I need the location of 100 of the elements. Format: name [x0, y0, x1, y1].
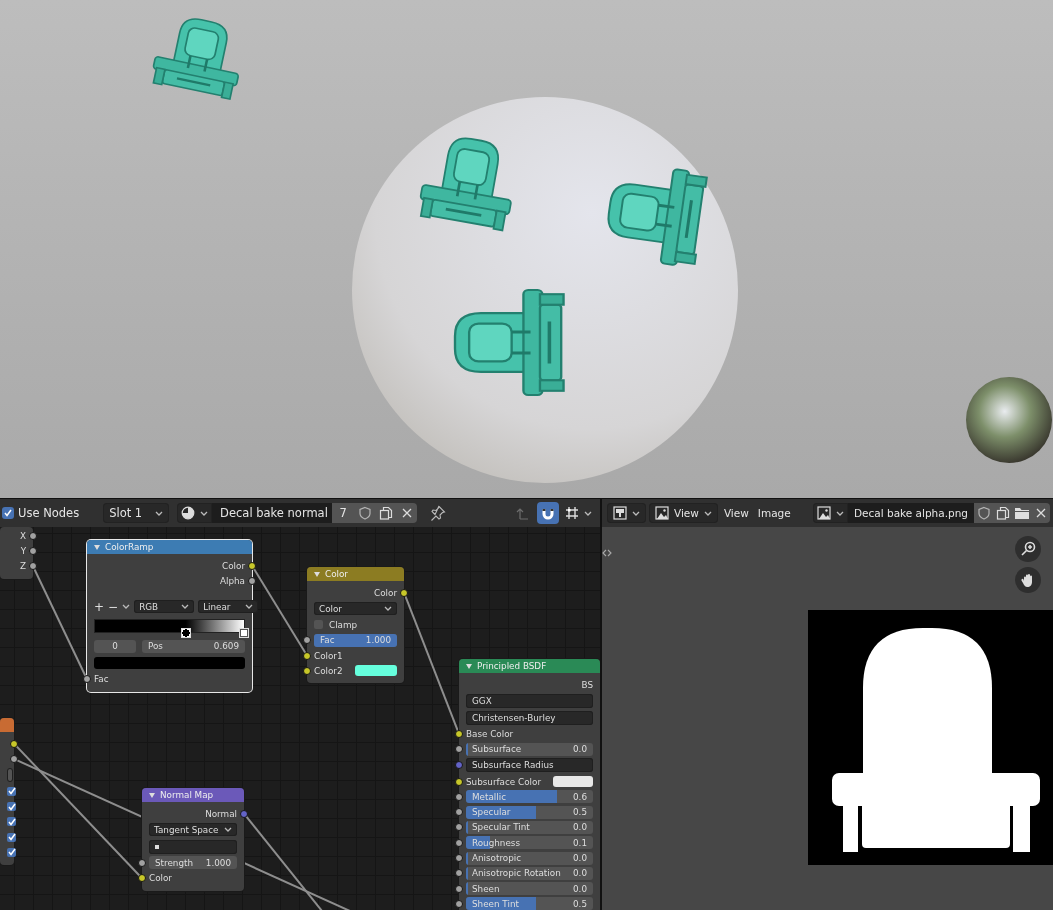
socket-dot[interactable] — [455, 838, 463, 847]
material-name-field[interactable]: Decal bake normal — [212, 503, 333, 523]
ramp-stop-handle[interactable] — [240, 628, 248, 637]
sphere-icon — [181, 506, 196, 520]
socket-dot[interactable] — [455, 729, 463, 738]
text-field[interactable]: Christensen-Burley — [466, 710, 593, 725]
slider[interactable]: Specular Tint 0.0 — [466, 820, 593, 834]
socket-dot[interactable] — [29, 546, 37, 555]
color-mode-dropdown[interactable]: RGB — [134, 600, 195, 614]
text-field[interactable] — [7, 768, 13, 783]
socket-dot[interactable] — [455, 869, 463, 878]
folder-icon — [1013, 506, 1030, 520]
text-field[interactable]: GGX — [466, 693, 593, 708]
menu-item[interactable]: View — [720, 503, 752, 523]
dropdown[interactable]: Tangent Space — [149, 823, 237, 837]
unlink-button[interactable] — [1031, 503, 1050, 523]
split-arrows-icon — [602, 549, 612, 557]
socket-dot[interactable] — [240, 809, 248, 818]
node-header[interactable]: ColorRamp — [87, 540, 252, 554]
socket-dot[interactable] — [10, 739, 18, 748]
socket-dot[interactable] — [455, 854, 463, 862]
slider[interactable]: Subsurface 0.0 — [466, 742, 593, 756]
image-name-field[interactable]: Decal bake alpha.png — [847, 503, 974, 523]
user-count-button[interactable]: 7 — [332, 503, 355, 523]
number-field[interactable]: Strength 1.000 — [149, 856, 237, 870]
check-icon — [4, 509, 12, 517]
uv-map-field[interactable] — [149, 839, 237, 854]
socket-dot[interactable] — [29, 531, 37, 540]
node-header[interactable] — [0, 718, 14, 732]
checkbox[interactable] — [2, 507, 14, 519]
ramp-tool-button[interactable]: − — [108, 599, 119, 614]
socket-dot[interactable] — [303, 666, 311, 675]
mode-dropdown[interactable]: View — [649, 503, 718, 523]
color-swatch[interactable] — [354, 665, 397, 677]
pan-button[interactable] — [1015, 567, 1041, 593]
node-header[interactable]: Normal Map — [142, 788, 244, 802]
image-editor-icon — [613, 506, 627, 520]
zoom-button[interactable] — [1015, 536, 1041, 562]
editor-type-dropdown[interactable] — [607, 503, 646, 523]
socket-dot[interactable] — [455, 761, 463, 770]
magnet-icon — [541, 506, 555, 520]
caret-icon — [384, 606, 392, 612]
slider[interactable]: Metallic 0.6 — [466, 790, 593, 804]
node-header[interactable]: Principled BSDF — [459, 659, 600, 673]
color-swatch[interactable] — [94, 657, 245, 670]
image-browse-button[interactable] — [812, 503, 848, 523]
socket-dot[interactable] — [400, 588, 408, 597]
color-swatch[interactable] — [553, 776, 593, 788]
menu-item[interactable]: Image — [754, 503, 794, 523]
slider[interactable]: Anisotropic 0.0 — [466, 851, 593, 865]
dropdown[interactable]: Color — [314, 602, 397, 616]
socket-label: Y — [20, 545, 26, 556]
socket-dot[interactable] — [248, 561, 256, 570]
slider[interactable]: Anisotropic Rotation 0.0 — [466, 866, 593, 880]
image-icon — [655, 506, 669, 520]
fake-user-button[interactable] — [974, 503, 993, 523]
socket-dot[interactable] — [303, 636, 311, 645]
ramp-tool-button[interactable]: + — [94, 599, 105, 614]
checkbox[interactable] — [7, 847, 16, 857]
socket-dot[interactable] — [455, 899, 463, 908]
material-browse-button[interactable] — [177, 503, 213, 523]
slot-dropdown[interactable]: Slot 1 — [103, 503, 170, 523]
caret-icon — [245, 604, 254, 610]
slider[interactable]: Sheen Tint 0.5 — [466, 897, 593, 910]
socket-dot[interactable] — [455, 808, 463, 817]
socket-dot[interactable] — [248, 576, 256, 585]
checkbox[interactable] — [7, 802, 16, 812]
fake-user-button[interactable] — [354, 503, 376, 523]
checkbox[interactable] — [7, 832, 16, 842]
open-button[interactable] — [1012, 503, 1031, 523]
slider[interactable]: Fac 1.000 — [314, 633, 397, 647]
arrow-up-icon — [515, 506, 529, 520]
socket-dot[interactable] — [138, 858, 146, 867]
socket-label: Subsurface Color — [466, 776, 542, 787]
socket-dot[interactable] — [455, 823, 463, 832]
slider[interactable]: Specular 0.5 — [466, 805, 593, 819]
slider[interactable]: Sheen 0.0 — [466, 882, 593, 896]
interpolation-dropdown[interactable]: Linear — [198, 600, 259, 614]
unlink-button[interactable] — [396, 503, 418, 523]
node-title: ColorRamp — [105, 542, 154, 552]
socket-dot[interactable] — [455, 777, 463, 786]
copy-icon — [995, 506, 1010, 520]
socket-dot[interactable] — [303, 651, 311, 660]
socket-dot[interactable] — [455, 884, 463, 893]
collapse-triangle-icon — [149, 792, 155, 798]
checkbox[interactable] — [7, 786, 16, 796]
node-header[interactable]: Color — [307, 567, 404, 581]
snap-button[interactable] — [537, 502, 559, 524]
close-icon — [1034, 507, 1047, 519]
socket-dot[interactable] — [455, 745, 463, 754]
number-field[interactable]: Pos 0.609 — [142, 639, 245, 653]
socket-dot[interactable] — [138, 874, 146, 883]
checkbox[interactable] — [7, 817, 16, 827]
duplicate-button[interactable] — [993, 503, 1012, 523]
socket-dot[interactable] — [455, 792, 463, 801]
number-field[interactable]: 0 — [94, 639, 136, 653]
socket-dot[interactable] — [29, 562, 37, 571]
text-field[interactable]: Subsurface Radius — [466, 758, 593, 773]
socket-dot[interactable] — [83, 675, 91, 684]
socket-dot[interactable] — [10, 754, 18, 763]
